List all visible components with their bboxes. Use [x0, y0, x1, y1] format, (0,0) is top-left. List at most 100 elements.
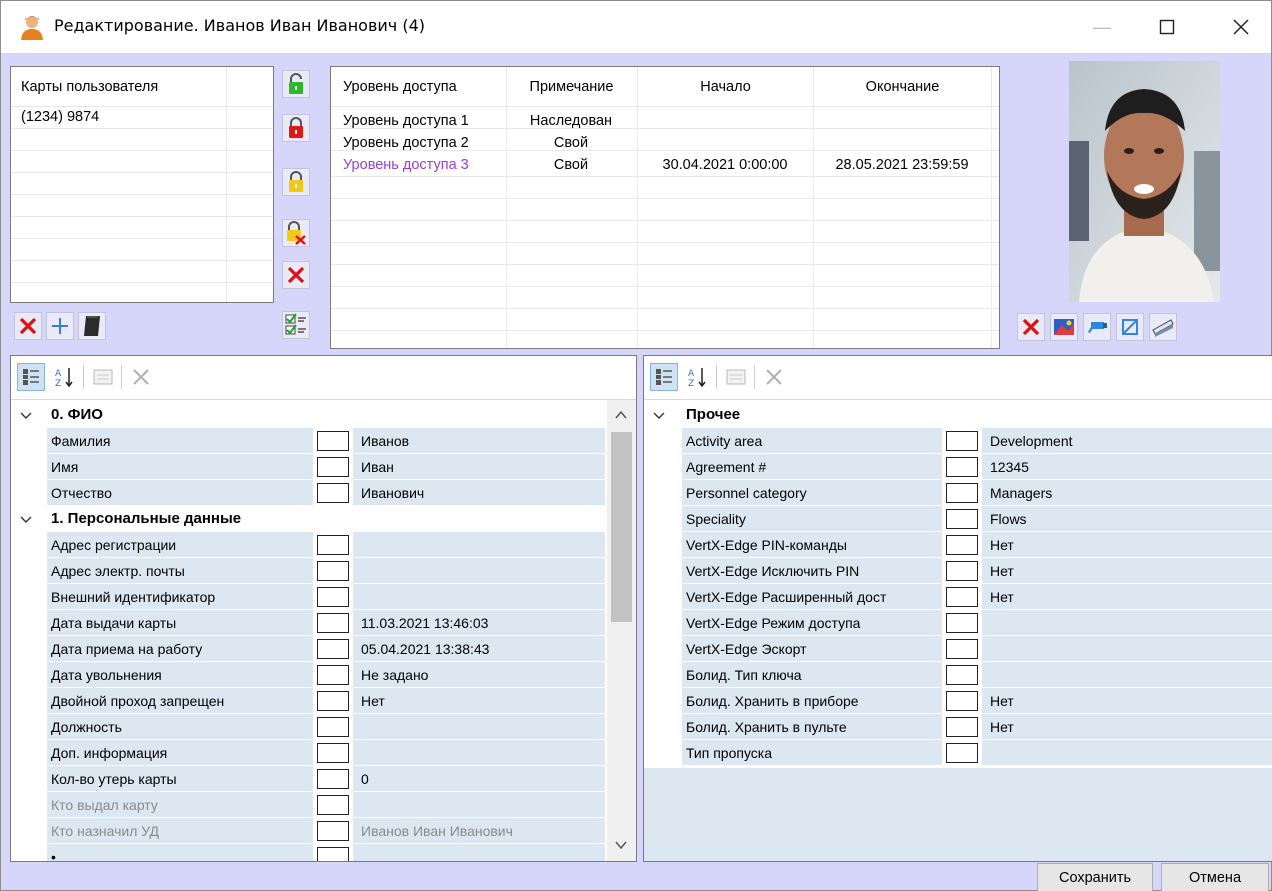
property-value[interactable]: [353, 792, 605, 818]
property-checkbox[interactable]: [317, 639, 349, 659]
property-row[interactable]: Болид. Тип ключа: [682, 662, 1272, 688]
clear-property-button[interactable]: [760, 363, 788, 391]
property-checkbox[interactable]: [317, 717, 349, 737]
property-checkbox[interactable]: [317, 483, 349, 503]
scroll-down-icon[interactable]: [615, 840, 627, 850]
col-access-level[interactable]: Уровень доступа: [343, 79, 493, 95]
property-row[interactable]: Speciality Flows: [682, 506, 1272, 532]
grant-access-button[interactable]: [282, 70, 310, 98]
property-value[interactable]: 0: [353, 766, 605, 792]
property-value[interactable]: Нет: [982, 714, 1272, 740]
close-button[interactable]: [1218, 11, 1264, 43]
property-value[interactable]: Development: [982, 428, 1272, 454]
property-checkbox[interactable]: [317, 431, 349, 451]
deny-access-button[interactable]: [282, 114, 310, 142]
property-row[interactable]: Personnel category Managers: [682, 480, 1272, 506]
access-row[interactable]: Уровень доступа 2 Свой: [331, 129, 999, 151]
property-row[interactable]: VertX-Edge Эскорт: [682, 636, 1272, 662]
category-personal-data[interactable]: 1. Персональные данные: [51, 506, 241, 532]
property-checkbox[interactable]: [317, 821, 349, 841]
property-checkbox[interactable]: [317, 535, 349, 555]
property-row[interactable]: VertX-Edge Режим доступа: [682, 610, 1272, 636]
property-value[interactable]: [353, 714, 605, 740]
property-row[interactable]: VertX-Edge Расширенный дост Нет: [682, 584, 1272, 610]
property-row[interactable]: Болид. Хранить в пульте Нет: [682, 714, 1272, 740]
property-checkbox[interactable]: [946, 457, 978, 477]
property-checkbox[interactable]: [317, 691, 349, 711]
property-row[interactable]: Дата выдачи карты 11.03.2021 13:46:03: [47, 610, 605, 636]
property-checkbox[interactable]: [317, 743, 349, 763]
cards-list[interactable]: Карты пользователя (1234) 9874: [10, 66, 274, 303]
right-property-grid[interactable]: AZ Прочее Activity area Development Agre…: [643, 355, 1272, 862]
property-row[interactable]: Дата увольнения Не задано: [47, 662, 605, 688]
property-row[interactable]: VertX-Edge Исключить PIN Нет: [682, 558, 1272, 584]
delete-photo-button[interactable]: [1017, 313, 1045, 341]
property-row[interactable]: Адрес электр. почты: [47, 558, 605, 584]
property-value[interactable]: Нет: [982, 532, 1272, 558]
access-row[interactable]: Уровень доступа 1 Наследован: [331, 107, 999, 129]
property-row[interactable]: Адрес регистрации: [47, 532, 605, 558]
property-checkbox[interactable]: [946, 665, 978, 685]
property-checkbox[interactable]: [946, 613, 978, 633]
property-value[interactable]: Иванов: [353, 428, 605, 454]
property-row[interactable]: Должность: [47, 714, 605, 740]
category-fio[interactable]: 0. ФИО: [51, 402, 103, 428]
collapse-icon[interactable]: [652, 409, 666, 423]
property-row[interactable]: Activity area Development: [682, 428, 1272, 454]
load-photo-button[interactable]: [1050, 313, 1078, 341]
property-checkbox[interactable]: [946, 639, 978, 659]
property-value[interactable]: Иван: [353, 454, 605, 480]
property-checkbox[interactable]: [946, 561, 978, 581]
alphabetical-sort-button[interactable]: AZ: [51, 363, 79, 391]
property-checkbox[interactable]: [317, 769, 349, 789]
property-checkbox[interactable]: [317, 847, 349, 861]
property-checkbox[interactable]: [946, 691, 978, 711]
delete-card-button[interactable]: [14, 312, 42, 340]
property-value[interactable]: [982, 662, 1272, 688]
col-start[interactable]: Начало: [637, 67, 813, 107]
property-row[interactable]: Отчество Иванович: [47, 480, 605, 506]
categorized-view-button[interactable]: [17, 363, 45, 391]
property-row[interactable]: Кто выдал карту: [47, 792, 605, 818]
left-grid-scrollbar[interactable]: [607, 400, 636, 861]
property-value[interactable]: Flows: [982, 506, 1272, 532]
property-value[interactable]: Managers: [982, 480, 1272, 506]
property-checkbox[interactable]: [946, 431, 978, 451]
property-row[interactable]: Имя Иван: [47, 454, 605, 480]
category-other[interactable]: Прочее: [686, 402, 740, 428]
scan-photo-button[interactable]: [1149, 313, 1177, 341]
save-button[interactable]: Сохранить: [1037, 863, 1153, 891]
property-row[interactable]: Внешний идентификатор: [47, 584, 605, 610]
property-checkbox[interactable]: [317, 587, 349, 607]
collapse-icon[interactable]: [19, 409, 33, 423]
property-row[interactable]: Кол-во утерь карты 0: [47, 766, 605, 792]
property-checkbox[interactable]: [317, 613, 349, 633]
property-checkbox[interactable]: [946, 535, 978, 555]
scroll-up-icon[interactable]: [615, 410, 627, 420]
property-value[interactable]: [982, 740, 1272, 766]
property-value[interactable]: [353, 844, 605, 861]
property-row[interactable]: Болид. Хранить в приборе Нет: [682, 688, 1272, 714]
property-row[interactable]: Двойной проход запрещен Нет: [47, 688, 605, 714]
col-note[interactable]: Примечание: [506, 67, 636, 107]
property-checkbox[interactable]: [317, 665, 349, 685]
delete-access-button[interactable]: [282, 261, 310, 289]
property-value[interactable]: [982, 610, 1272, 636]
property-value[interactable]: [353, 584, 605, 610]
property-row[interactable]: Тип пропуска: [682, 740, 1272, 766]
property-row[interactable]: Доп. информация: [47, 740, 605, 766]
access-row[interactable]: Уровень доступа 3 Свой 30.04.2021 0:00:0…: [331, 151, 999, 177]
property-value[interactable]: [353, 740, 605, 766]
property-value[interactable]: [353, 532, 605, 558]
property-row[interactable]: Agreement # 12345: [682, 454, 1272, 480]
clear-property-button[interactable]: [127, 363, 155, 391]
cancel-button[interactable]: Отмена: [1161, 863, 1269, 891]
maximize-button[interactable]: [1144, 11, 1190, 43]
property-value[interactable]: [353, 558, 605, 584]
property-value[interactable]: Нет: [353, 688, 605, 714]
property-value[interactable]: 12345: [982, 454, 1272, 480]
card-reader-button[interactable]: [78, 312, 106, 340]
property-value[interactable]: Нет: [982, 688, 1272, 714]
property-row[interactable]: Кто назначил УД Иванов Иван Иванович: [47, 818, 605, 844]
property-row[interactable]: Дата приема на работу 05.04.2021 13:38:4…: [47, 636, 605, 662]
